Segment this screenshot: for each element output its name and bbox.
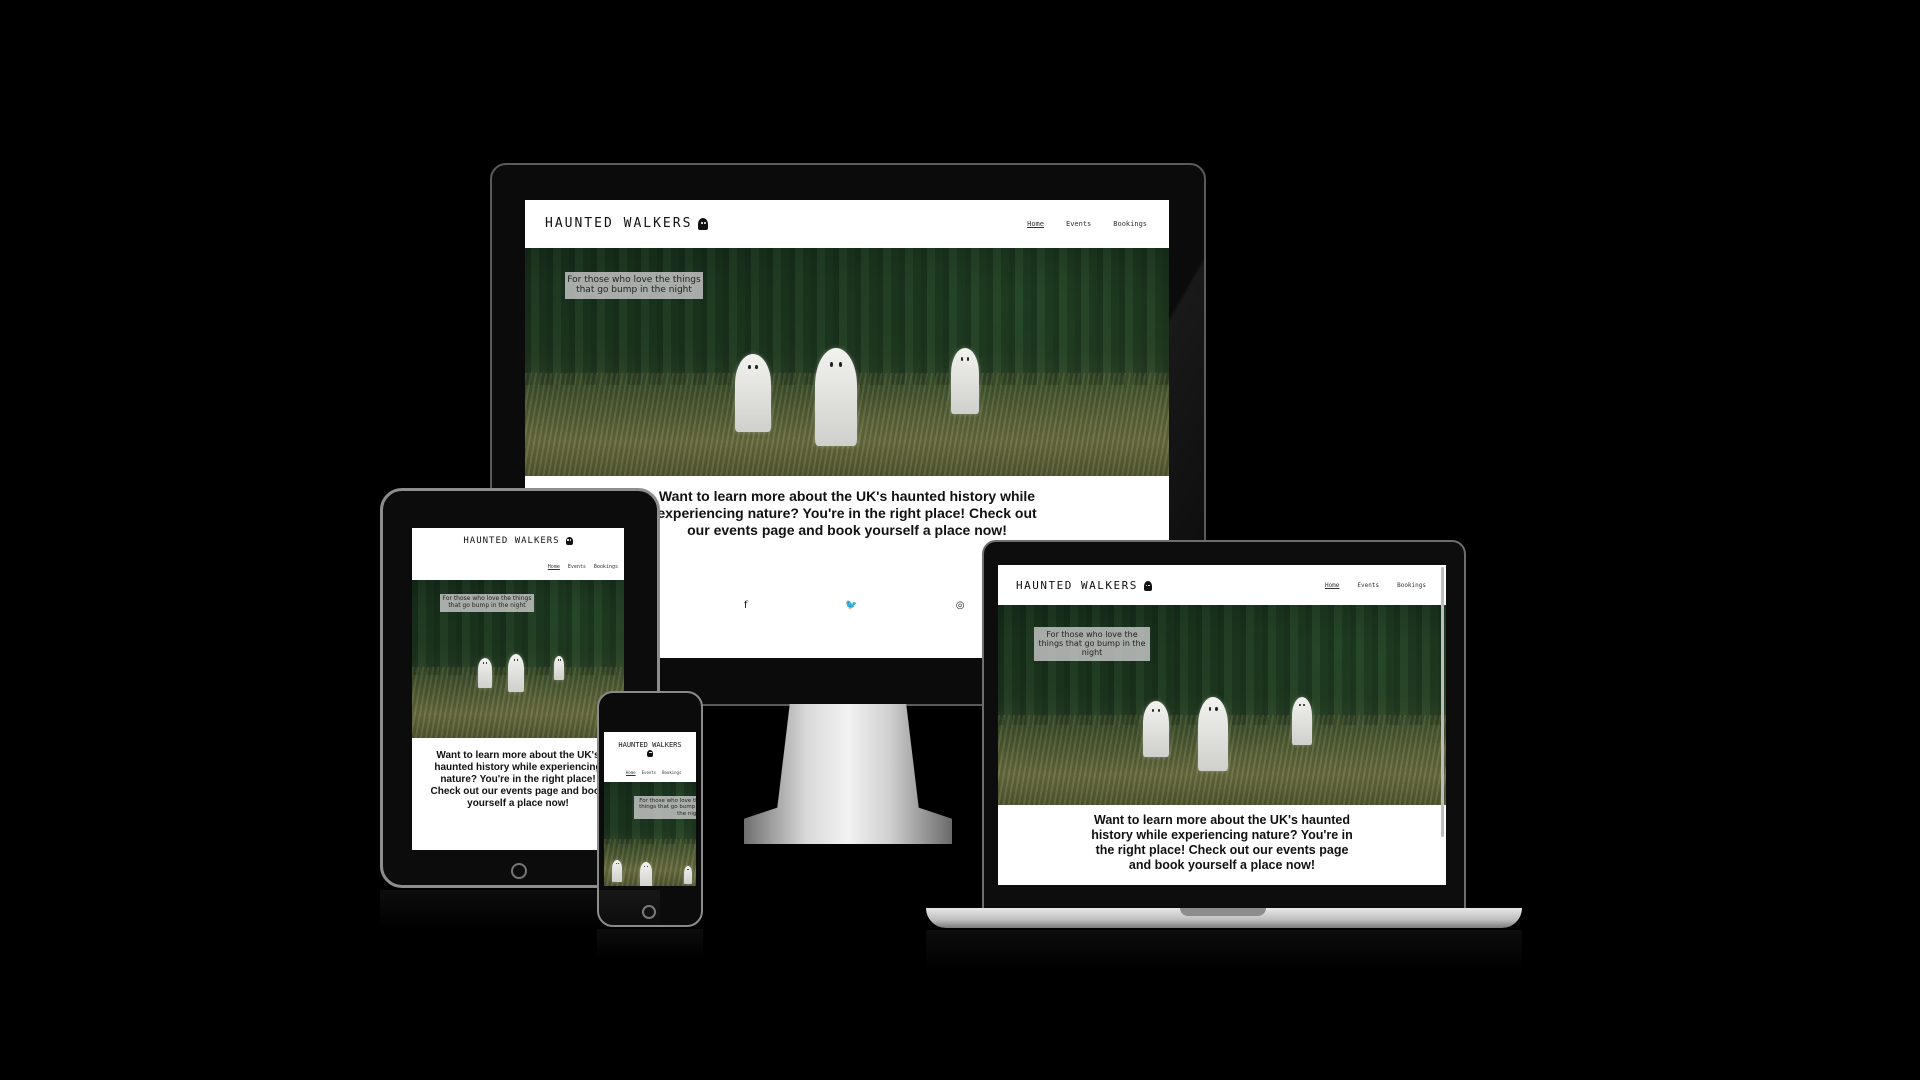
nav-link-bookings[interactable]: Bookings <box>594 564 618 570</box>
tablet-screen: HAUNTED WALKERS Home Events Bookings For… <box>412 528 624 850</box>
sheet-ghost-figure <box>1292 697 1312 745</box>
nav-link-events[interactable]: Events <box>642 770 656 775</box>
ghost-icon <box>647 749 653 757</box>
nav-link-bookings[interactable]: Bookings <box>662 770 681 775</box>
sheet-ghost-figure <box>951 348 979 414</box>
nav-link-home[interactable]: Home <box>1325 582 1339 589</box>
sheet-ghost-figure <box>815 348 857 446</box>
nav-link-home[interactable]: Home <box>1027 220 1044 228</box>
tablet-navbar: HAUNTED WALKERS Home Events Bookings <box>412 528 624 580</box>
nav-link-events[interactable]: Events <box>568 564 586 570</box>
sheet-ghost-figure <box>735 354 771 432</box>
tablet-hero-image: For those who love the things that go bu… <box>412 580 624 738</box>
hero-tagline: For those who love the things that go bu… <box>565 272 703 299</box>
logo-text: HAUNTED WALKERS <box>545 216 693 231</box>
laptop-intro-text: Want to learn more about the UK's haunte… <box>1091 813 1353 872</box>
laptop-screen: HAUNTED WALKERS Home Events Bookings For… <box>998 565 1446 885</box>
phone-nav-links: Home Events Bookings <box>626 770 681 775</box>
facebook-icon[interactable]: f <box>744 600 748 611</box>
nav-link-home[interactable]: Home <box>626 770 636 775</box>
ghost-icon <box>565 536 573 545</box>
twitter-icon[interactable]: 🐦 <box>845 600 857 611</box>
tablet-reflection <box>380 890 660 930</box>
sheet-ghost-figure <box>1143 701 1169 757</box>
hero-tagline: For those who love the things that go bu… <box>1034 627 1150 661</box>
monitor-stand <box>744 704 952 844</box>
nav-link-events[interactable]: Events <box>1357 582 1379 589</box>
nav-link-home[interactable]: Home <box>548 564 560 570</box>
laptop-hero-image: For those who love the things that go bu… <box>998 605 1446 805</box>
nav-link-events[interactable]: Events <box>1066 220 1091 228</box>
phone-screen: HAUNTED WALKERS Home Events Bookings For… <box>604 732 696 886</box>
sheet-ghost-figure <box>612 860 622 882</box>
ghost-icon <box>698 217 709 230</box>
sheet-ghost-figure <box>1198 697 1228 771</box>
laptop-navbar: HAUNTED WALKERS Home Events Bookings <box>998 565 1446 605</box>
laptop-scrollbar[interactable] <box>1441 567 1444 837</box>
laptop-reflection <box>926 930 1522 970</box>
phone-logo[interactable]: HAUNTED WALKERS <box>604 741 696 758</box>
nav-link-bookings[interactable]: Bookings <box>1397 582 1426 589</box>
sheet-ghost-figure <box>640 862 652 886</box>
sheet-ghost-figure <box>508 654 524 692</box>
logo-text: HAUNTED WALKERS <box>463 536 560 546</box>
phone-hero-image: For those who love the things that go bu… <box>604 782 696 886</box>
phone-reflection <box>597 929 703 959</box>
laptop-nav-links: Home Events Bookings <box>1325 582 1426 589</box>
nav-link-bookings[interactable]: Bookings <box>1113 220 1147 228</box>
ghost-icon <box>1143 581 1152 591</box>
sheet-ghost-figure <box>684 866 692 884</box>
logo-text: HAUNTED WALKERS <box>618 741 682 749</box>
laptop-hinge-notch <box>1180 908 1266 916</box>
tablet-nav-links: Home Events Bookings <box>548 564 618 570</box>
desktop-hero-image: For those who love the things that go bu… <box>525 248 1169 476</box>
sheet-ghost-figure <box>478 658 492 688</box>
logo-text: HAUNTED WALKERS <box>1016 579 1138 592</box>
desktop-navbar: HAUNTED WALKERS Home Events Bookings <box>525 200 1169 248</box>
desktop-nav-links: Home Events Bookings <box>1027 220 1147 228</box>
desktop-logo[interactable]: HAUNTED WALKERS <box>545 216 709 231</box>
laptop-logo[interactable]: HAUNTED WALKERS <box>1016 579 1152 592</box>
instagram-icon[interactable]: ◎ <box>956 600 965 611</box>
phone-navbar: HAUNTED WALKERS Home Events Bookings <box>604 732 696 782</box>
sheet-ghost-figure <box>554 656 564 680</box>
tablet-home-button <box>511 863 527 879</box>
hero-tagline: For those who love the things that go bu… <box>634 796 696 819</box>
hero-tagline: For those who love the things that go bu… <box>440 594 534 612</box>
tablet-intro-text: Want to learn more about the UK's haunte… <box>430 750 606 809</box>
tablet-logo[interactable]: HAUNTED WALKERS <box>412 536 624 546</box>
